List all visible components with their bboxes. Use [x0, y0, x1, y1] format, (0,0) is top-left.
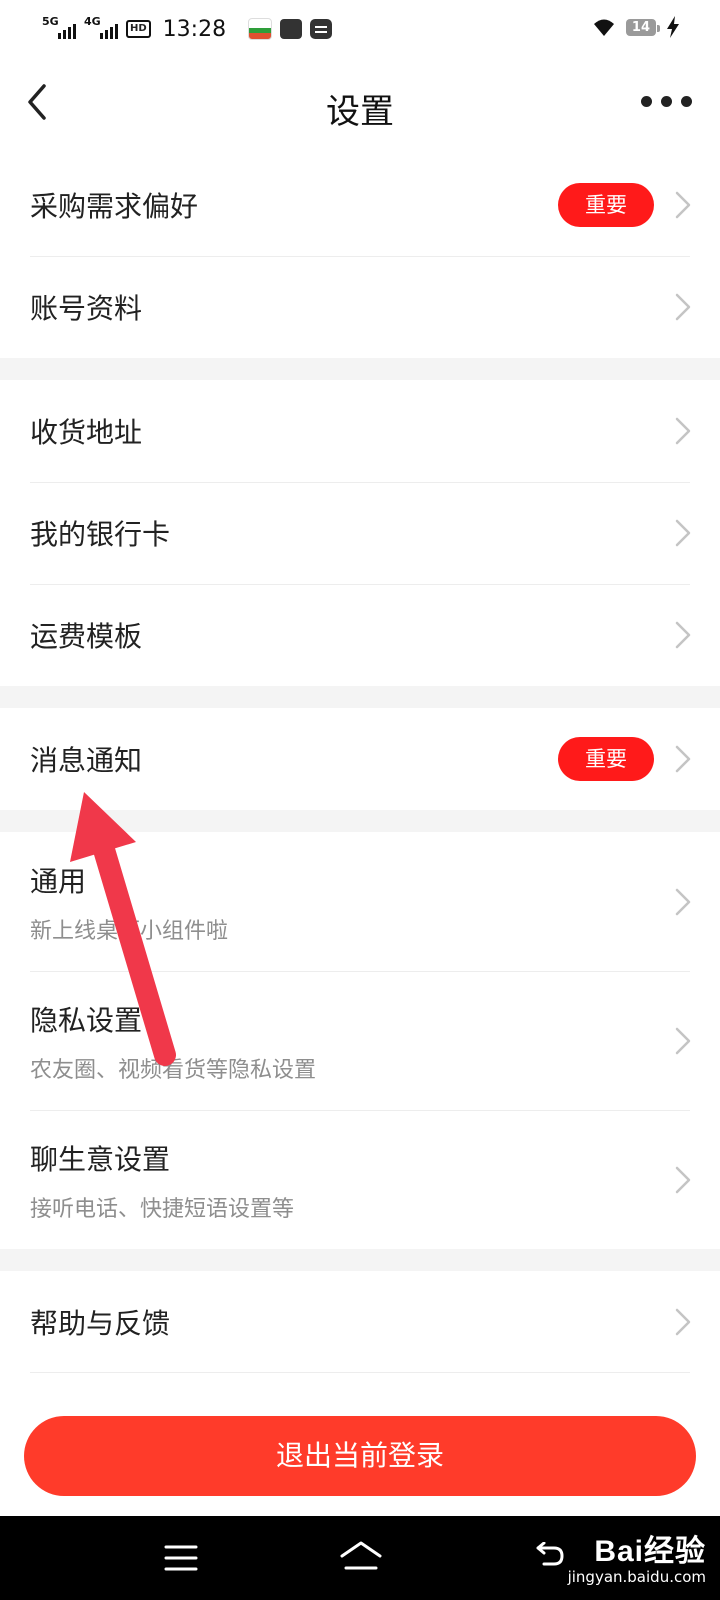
group-divider [0, 1249, 720, 1271]
charging-icon [667, 16, 679, 38]
cellular-signal-4g-icon: 4G [84, 15, 118, 41]
chevron-right-icon [675, 1308, 691, 1336]
video-app-notification-icon [280, 19, 303, 39]
chevron-right-icon [675, 417, 691, 445]
more-options-icon[interactable] [641, 96, 692, 107]
chevron-right-icon [675, 888, 691, 915]
settings-item-purchase-preference[interactable]: 采购需求偏好 重要 [0, 154, 720, 256]
back-nav-icon[interactable] [534, 1542, 566, 1572]
settings-item-label: 聊生意设置 [30, 1143, 171, 1176]
settings-item-help-feedback[interactable]: 帮助与反馈 [0, 1271, 720, 1373]
chevron-right-icon [675, 745, 691, 773]
settings-group-notifications: 消息通知 重要 [0, 708, 720, 810]
logout-button[interactable]: 退出当前登录 [24, 1416, 696, 1496]
home-icon[interactable] [338, 1538, 384, 1574]
settings-item-message-notifications[interactable]: 消息通知 重要 [0, 708, 720, 810]
chevron-right-icon [675, 1027, 691, 1054]
chevron-right-icon [675, 519, 691, 547]
settings-group-commerce: 收货地址 我的银行卡 运费模板 [0, 380, 720, 686]
settings-item-label: 我的银行卡 [30, 518, 171, 551]
network-5g-label: 5G [42, 15, 59, 28]
app-notification-icon [248, 18, 273, 40]
settings-item-general[interactable]: 通用 新上线桌面小组件啦 [0, 832, 720, 971]
wifi-icon [593, 19, 614, 36]
chevron-right-icon [675, 1166, 691, 1193]
settings-item-account-info[interactable]: 账号资料 [0, 256, 720, 358]
settings-item-label: 运费模板 [30, 620, 143, 653]
settings-item-label: 隐私设置 [30, 1004, 143, 1037]
important-badge: 重要 [558, 737, 654, 781]
chevron-right-icon [675, 621, 691, 649]
page-title: 设置 [326, 92, 394, 132]
group-divider [0, 810, 720, 832]
cellular-signal-5g-icon: 5G [42, 15, 76, 41]
chevron-right-icon [675, 293, 691, 321]
settings-item-label: 账号资料 [30, 292, 143, 325]
system-nav-bar: Bai经验 jingyan.baidu.com [0, 1516, 720, 1600]
settings-item-label: 帮助与反馈 [30, 1307, 171, 1340]
watermark-url: jingyan.baidu.com [567, 1568, 706, 1586]
settings-group-general: 通用 新上线桌面小组件啦 隐私设置 农友圈、视频看货等隐私设置 聊生意设置 接听… [0, 832, 720, 1249]
status-bar: 5G 4G HD 13:28 14 [0, 0, 720, 58]
nav-header: 设置 [0, 58, 720, 154]
settings-item-freight-template[interactable]: 运费模板 [0, 584, 720, 686]
settings-item-bank-cards[interactable]: 我的银行卡 [0, 482, 720, 584]
recent-apps-icon[interactable] [164, 1544, 198, 1572]
settings-item-subtitle: 接听电话、快捷短语设置等 [30, 1197, 295, 1222]
settings-list: 采购需求偏好 重要 账号资料 收货地址 我的银行卡 运费模板 消息通知 重要 通… [0, 154, 720, 1373]
settings-group-account: 采购需求偏好 重要 账号资料 [0, 154, 720, 358]
baidu-jingyan-watermark: Bai经验 jingyan.baidu.com [568, 1526, 706, 1586]
group-divider [0, 686, 720, 708]
status-time: 13:28 [162, 16, 227, 42]
settings-item-subtitle: 新上线桌面小组件啦 [30, 919, 229, 944]
message-notification-icon [310, 19, 333, 39]
hd-voice-icon: HD [126, 20, 151, 38]
settings-item-label: 采购需求偏好 [30, 190, 199, 223]
important-badge: 重要 [558, 183, 654, 227]
watermark-main: Bai经验 [594, 1535, 706, 1568]
settings-item-subtitle: 农友圈、视频看货等隐私设置 [30, 1058, 317, 1083]
settings-item-privacy[interactable]: 隐私设置 农友圈、视频看货等隐私设置 [0, 971, 720, 1110]
network-4g-label: 4G [84, 15, 101, 28]
battery-icon: 14 [625, 18, 661, 36]
settings-item-label: 通用 [30, 865, 87, 898]
settings-item-label: 收货地址 [30, 416, 143, 449]
settings-item-shipping-address[interactable]: 收货地址 [0, 380, 720, 482]
settings-item-label: 消息通知 [30, 744, 143, 777]
chevron-right-icon [675, 191, 691, 219]
settings-item-chat-business[interactable]: 聊生意设置 接听电话、快捷短语设置等 [0, 1110, 720, 1249]
settings-group-help: 帮助与反馈 [0, 1271, 720, 1373]
group-divider [0, 358, 720, 380]
